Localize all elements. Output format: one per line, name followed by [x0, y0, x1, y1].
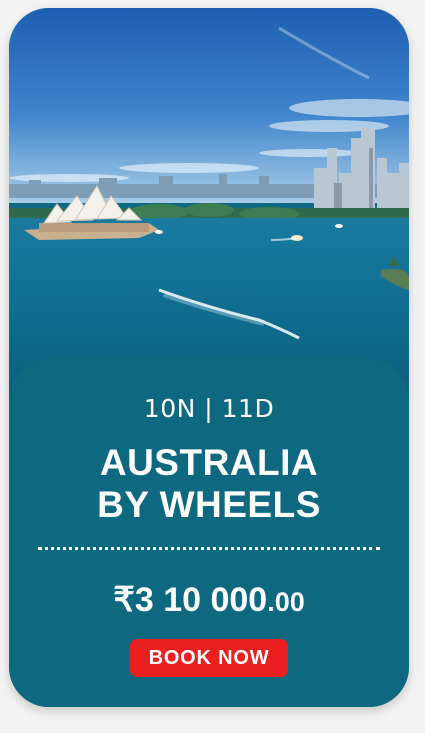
package-title-line-2: BY WHEELS — [97, 484, 321, 525]
package-price: ₹3 10 000.00 — [9, 580, 409, 622]
sydney-harbour-photo — [9, 8, 409, 418]
package-title: AUSTRALIA BY WHEELS — [9, 442, 409, 526]
package-title-line-1: AUSTRALIA — [99, 442, 319, 483]
book-now-button[interactable]: BOOK NOW — [130, 639, 288, 677]
package-card[interactable]: 10N | 11D AUSTRALIA BY WHEELS ₹3 10 000.… — [9, 8, 409, 707]
price-cents: .00 — [267, 587, 305, 617]
package-info-panel: 10N | 11D AUSTRALIA BY WHEELS ₹3 10 000.… — [9, 358, 409, 707]
price-main: ₹3 10 000 — [113, 581, 268, 619]
dotted-divider — [38, 547, 380, 550]
package-duration: 10N | 11D — [143, 394, 275, 423]
